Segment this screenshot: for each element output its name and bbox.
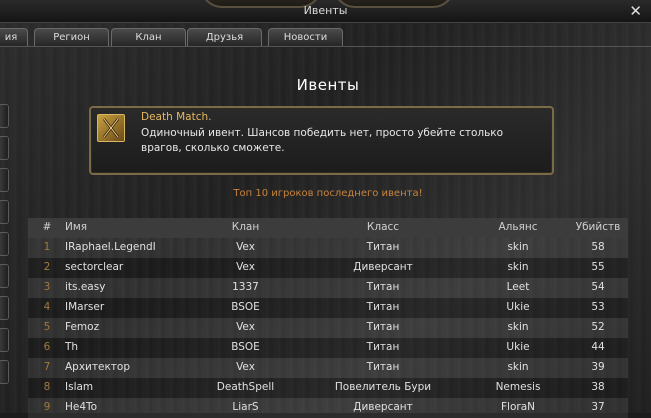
- event-description: Одиночный ивент. Шансов победить нет, пр…: [141, 127, 504, 154]
- col-clan[interactable]: Клан: [208, 221, 283, 233]
- player-clan: 1337: [232, 281, 259, 293]
- player-clan: LiarS: [232, 401, 259, 413]
- table-row[interactable]: 6 Th BSOE Титан Ukie 44: [28, 338, 628, 358]
- player-alliance: Leet: [506, 281, 530, 293]
- player-clan: Vex: [236, 361, 255, 373]
- tab-friends[interactable]: Друзья: [187, 28, 262, 47]
- side-button[interactable]: [0, 168, 9, 192]
- player-alliance: FloraN: [501, 401, 535, 413]
- player-class: Титан: [366, 361, 400, 373]
- event-name: Death Match.: [141, 111, 212, 123]
- player-alliance: Ukie: [506, 301, 530, 313]
- event-info-box: Death Match. Одиночный ивент. Шансов поб…: [89, 106, 554, 175]
- table-row[interactable]: 9 He4To LiarS Диверсант FloraN 37: [28, 398, 628, 418]
- player-kills: 39: [591, 361, 605, 373]
- tab-region[interactable]: Регион: [34, 28, 109, 47]
- player-name: Islam: [65, 381, 94, 393]
- player-clan: Vex: [236, 261, 255, 273]
- col-alliance[interactable]: Альянс: [473, 221, 563, 233]
- table-row[interactable]: 8 Islam DeathSpell Повелитель Бури Nemesis 38: [28, 378, 628, 398]
- tab-news[interactable]: Новости: [268, 28, 343, 47]
- player-clan: Vex: [236, 321, 255, 333]
- row-number: 8: [43, 381, 51, 393]
- tab-clan[interactable]: Клан: [111, 28, 186, 47]
- row-number: 9: [43, 401, 51, 413]
- player-kills: 44: [591, 341, 605, 353]
- close-icon[interactable]: ✕: [629, 1, 642, 21]
- player-class: Титан: [366, 241, 400, 253]
- player-name: Femoz: [65, 321, 100, 333]
- player-kills: 54: [591, 281, 605, 293]
- player-alliance: skin: [507, 361, 529, 373]
- player-alliance: Nemesis: [495, 381, 541, 393]
- table-row[interactable]: 3 its.easy 1337 Титан Leet 54: [28, 278, 628, 298]
- player-class: Диверсант: [353, 401, 413, 413]
- page-title: Ивенты: [296, 76, 360, 94]
- player-clan: BSOE: [231, 341, 260, 353]
- player-name: sectorclear: [65, 261, 124, 273]
- table-row[interactable]: 1 IRaphael.LegendI Vex Титан skin 58: [28, 238, 628, 258]
- row-number: 6: [43, 341, 51, 353]
- player-alliance: skin: [507, 241, 529, 253]
- player-name: Th: [65, 341, 79, 353]
- row-number: 7: [43, 361, 51, 373]
- player-name: IRaphael.LegendI: [65, 241, 156, 253]
- table-row[interactable]: 2 sectorclear Vex Диверсант skin 55: [28, 258, 628, 278]
- player-kills: 38: [591, 381, 605, 393]
- player-name: He4To: [65, 401, 98, 413]
- row-number: 5: [43, 321, 51, 333]
- table-row[interactable]: 5 Femoz Vex Титан skin 52: [28, 318, 628, 338]
- player-alliance: skin: [507, 321, 529, 333]
- player-kills: 52: [591, 321, 605, 333]
- side-button[interactable]: [0, 264, 9, 288]
- player-clan: BSOE: [231, 301, 260, 313]
- side-button[interactable]: [0, 328, 9, 352]
- player-kills: 58: [591, 241, 605, 253]
- col-name[interactable]: Имя: [65, 221, 87, 233]
- player-class: Титан: [366, 301, 400, 313]
- side-button[interactable]: [0, 136, 9, 160]
- row-number: 4: [43, 301, 51, 313]
- player-name: Архитектор: [65, 361, 131, 373]
- player-name: its.easy: [65, 281, 106, 293]
- player-class: Повелитель Бури: [334, 381, 432, 393]
- player-class: Титан: [366, 321, 400, 333]
- player-alliance: Ukie: [506, 341, 530, 353]
- top10-heading: Топ 10 игроков последнего ивента!: [233, 188, 423, 199]
- player-kills: 37: [591, 401, 605, 413]
- side-button[interactable]: [0, 200, 9, 224]
- table-row[interactable]: 4 IMarser BSOE Титан Ukie 53: [28, 298, 628, 318]
- player-kills: 53: [591, 301, 605, 313]
- table-header: # Имя Клан Класс Альянс Убийств: [28, 218, 628, 238]
- side-button[interactable]: [0, 104, 9, 128]
- player-class: Титан: [366, 281, 400, 293]
- tab-divider: [0, 46, 651, 47]
- row-number: 3: [43, 281, 51, 293]
- title-bar: Ивенты ✕: [0, 0, 651, 23]
- side-button[interactable]: [0, 296, 9, 320]
- crossed-swords-icon: [97, 114, 125, 142]
- row-number: 1: [43, 241, 51, 253]
- player-name: IMarser: [65, 301, 105, 313]
- player-clan: DeathSpell: [216, 381, 275, 393]
- player-clan: Vex: [236, 241, 255, 253]
- side-button[interactable]: [0, 360, 9, 384]
- player-class: Титан: [366, 341, 400, 353]
- tab-partial[interactable]: ия: [0, 28, 28, 47]
- col-kills[interactable]: Убийств: [568, 221, 628, 233]
- player-class: Диверсант: [353, 261, 413, 273]
- player-kills: 55: [591, 261, 605, 273]
- window-title: Ивенты: [303, 4, 348, 17]
- row-number: 2: [43, 261, 51, 273]
- table-row[interactable]: 7 Архитектор Vex Титан skin 39: [28, 358, 628, 378]
- col-class[interactable]: Класс: [328, 221, 438, 233]
- side-button[interactable]: [0, 232, 9, 256]
- col-number: #: [42, 221, 52, 233]
- player-alliance: skin: [507, 261, 529, 273]
